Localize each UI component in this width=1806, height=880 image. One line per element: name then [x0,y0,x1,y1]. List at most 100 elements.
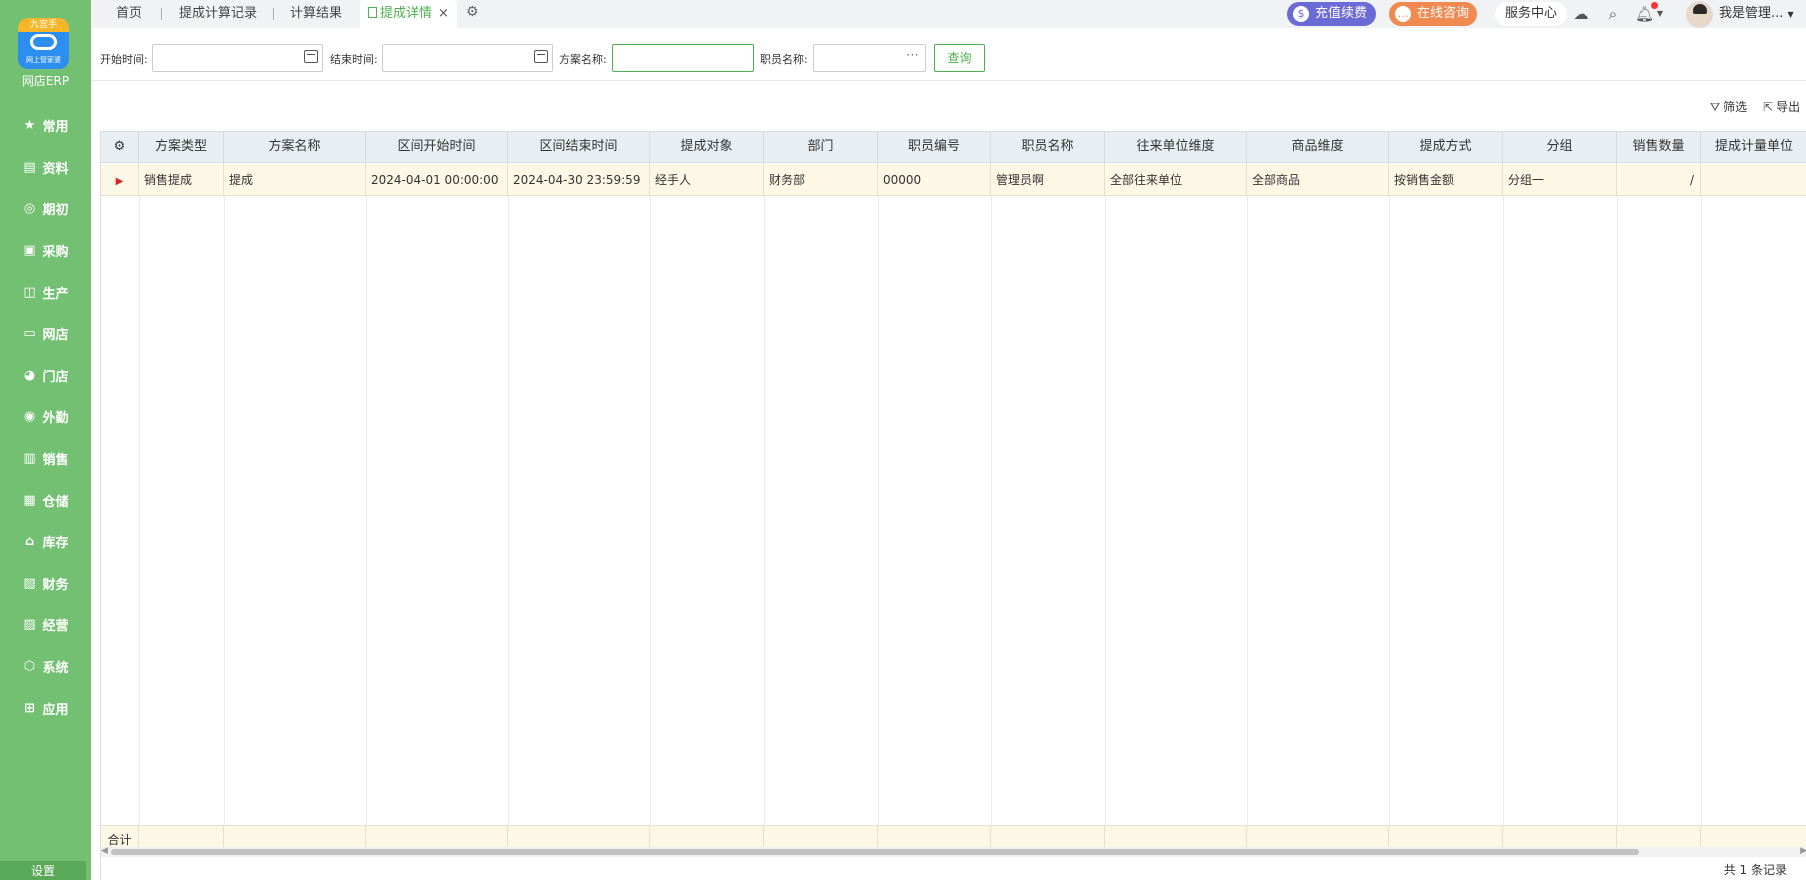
table-cell[interactable]: 全部往来单位 [1105,164,1247,196]
sidebar-item-system[interactable]: ⬡ 系统 [0,646,91,688]
sidebar-item-label: 资料 [42,161,69,177]
tab-home[interactable]: 首页 [116,0,142,28]
tab-calc-results[interactable]: 计算结果 [290,0,342,28]
search-icon[interactable]: ⌕ [1604,5,1622,23]
column-header[interactable]: 职员名称 [991,132,1105,164]
recharge-button[interactable]: $ 充值续费 [1287,2,1376,26]
calendar-icon[interactable] [304,50,318,63]
table-cell[interactable]: 经手人 [650,164,764,196]
column-header[interactable]: 区间开始时间 [366,132,508,164]
user-name[interactable]: 我是管理... ▼ [1719,0,1794,28]
avatar[interactable] [1686,1,1713,28]
column-header[interactable]: 方案名称 [224,132,366,164]
table-cell[interactable]: 2024-04-01 00:00:00 [366,164,508,196]
start-time-label: 开始时间: [100,53,148,66]
sidebar-item-label: 经营 [42,619,69,635]
sidebar-item-data[interactable]: ▤ 资料 [0,147,91,189]
sidebar-item-warehouse[interactable]: ▦ 仓储 [0,479,91,521]
calendar-icon[interactable] [534,50,548,63]
tab-commission-records[interactable]: 提成计算记录 [179,0,257,28]
chevron-down-icon[interactable]: ▼ [1651,5,1669,23]
sidebar-item-common[interactable]: ★ 常用 [0,105,91,147]
filter-button[interactable]: ⛛ 筛选 [1710,98,1747,115]
app-logo[interactable]: 九宫手 网上管家婆 [18,18,69,69]
sidebar-item-apps[interactable]: ⊞ 应用 [0,687,91,729]
finance-icon: ▧ [23,575,36,591]
scrollbar-thumb[interactable] [111,849,1639,855]
column-divider [650,196,651,826]
column-divider [1247,196,1248,826]
table-cell[interactable]: 管理员啊 [991,164,1105,196]
plan-name-label: 方案名称: [559,53,607,66]
sidebar-item-sales[interactable]: ▥ 销售 [0,438,91,480]
column-header[interactable]: 销售数量 [1617,132,1701,164]
column-divider [1389,196,1390,826]
sidebar-item-production[interactable]: ◫ 生产 [0,271,91,313]
tab-label: 提成详情 [380,6,433,21]
horizontal-scrollbar[interactable]: ◀ ▶ [101,846,1806,857]
table-cell[interactable]: 全部商品 [1247,164,1389,196]
column-header[interactable]: 方案类型 [139,132,224,164]
sidebar-item-operation[interactable]: ▨ 经营 [0,604,91,646]
sidebar-item-label: 常用 [42,120,69,136]
table-cell[interactable]: 分组一 [1503,164,1617,196]
column-header[interactable]: 分组 [1503,132,1617,164]
gear-icon[interactable]: ⚙ [114,139,126,154]
close-icon[interactable]: × [438,6,449,21]
column-header[interactable]: 部门 [764,132,878,164]
sidebar-item-opening[interactable]: ◎ 期初 [0,188,91,230]
sidebar-item-inventory[interactable]: ⌂ 库存 [0,521,91,563]
column-divider [991,196,992,826]
table-row[interactable]: ▶ 销售提成 提成 2024-04-01 00:00:00 2024-04-30… [101,164,1806,196]
scroll-right-icon[interactable]: ▶ [1800,846,1806,856]
end-time-label: 结束时间: [330,53,378,66]
column-header[interactable]: 商品维度 [1247,132,1389,164]
column-header[interactable]: 提成计量单位 [1701,132,1806,164]
sidebar-item-finance[interactable]: ▧ 财务 [0,563,91,605]
cloud-download-icon[interactable]: ☁ [1572,5,1590,23]
table-cell[interactable]: 按销售金额 [1389,164,1503,196]
table-cell[interactable]: / [1617,164,1701,196]
table-cell[interactable]: 财务部 [764,164,878,196]
cart-icon: ▣ [23,243,36,259]
start-time-input[interactable] [152,44,323,72]
column-header[interactable]: 提成方式 [1389,132,1503,164]
table-cell[interactable]: 提成 [224,164,366,196]
column-settings-cell[interactable]: ⚙ [101,132,139,164]
tab-commission-detail[interactable]: 提成详情 × [360,0,457,28]
column-divider [1503,196,1504,826]
settings-button[interactable]: 设置 [0,861,86,880]
sidebar-item-label: 系统 [42,661,69,677]
logo-subtitle: 网上管家婆 [26,56,61,64]
consult-button[interactable]: … 在线咨询 [1389,2,1477,26]
table-cell[interactable]: 销售提成 [139,164,224,196]
sidebar-item-shop[interactable]: ◕ 门店 [0,355,91,397]
column-header[interactable]: 往来单位维度 [1105,132,1247,164]
end-time-input[interactable] [382,44,553,72]
gear-icon[interactable]: ⚙ [466,5,481,20]
table-cell[interactable]: 00000 [878,164,991,196]
document-icon [368,7,377,18]
column-header[interactable]: 提成对象 [650,132,764,164]
more-icon[interactable]: ⋯ [906,48,919,63]
column-header[interactable]: 职员编号 [878,132,991,164]
chat-icon: … [1395,6,1411,22]
column-divider [139,196,140,826]
tab-bar: 首页 提成计算记录 计算结果 提成详情 × ⚙ $ 充值续费 … 在线咨询 服务中心 … [91,0,1806,28]
table-footer: 合计 [101,825,1806,850]
table-cell[interactable]: 2024-04-30 23:59:59 [508,164,650,196]
document-icon: ▤ [23,159,36,175]
export-button[interactable]: ⇱ 导出 [1763,98,1800,115]
sidebar-item-field[interactable]: ◉ 外勤 [0,396,91,438]
star-icon: ★ [23,118,36,134]
table-cell[interactable] [1701,164,1806,196]
plan-name-input[interactable] [612,44,754,72]
query-button[interactable]: 查询 [934,44,985,72]
house-icon: ⌂ [24,534,35,550]
sidebar-item-online-store[interactable]: ▭ 网店 [0,313,91,355]
service-center-link[interactable]: 服务中心 [1495,2,1568,26]
column-header[interactable]: 区间结束时间 [508,132,650,164]
scroll-left-icon[interactable]: ◀ [101,846,108,856]
column-divider [878,196,879,826]
sidebar-item-purchase[interactable]: ▣ 采购 [0,230,91,272]
